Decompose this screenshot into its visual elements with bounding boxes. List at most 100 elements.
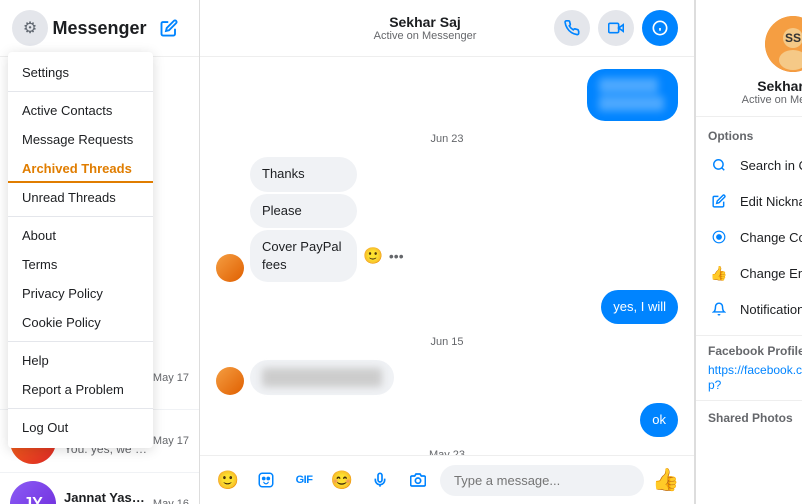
gif-button[interactable]: GIF bbox=[288, 464, 320, 496]
emoji-icon: 👍 bbox=[708, 262, 730, 284]
color-icon bbox=[708, 226, 730, 248]
divider bbox=[8, 341, 153, 342]
message-bubble: ok bbox=[640, 403, 678, 437]
message-bubble: Thanks bbox=[250, 157, 357, 191]
conv-time: May 17 bbox=[153, 372, 189, 384]
main-chat: Sekhar Saj Active on Messenger yes, I se… bbox=[200, 0, 695, 504]
compose-icon[interactable] bbox=[151, 10, 187, 46]
chat-header-info: Sekhar Saj Active on Messenger bbox=[374, 14, 477, 42]
menu-terms[interactable]: Terms bbox=[8, 250, 153, 279]
more-options[interactable]: ••• bbox=[389, 248, 404, 264]
camera-button[interactable] bbox=[402, 464, 434, 496]
menu-about[interactable]: About bbox=[8, 221, 153, 250]
search-icon bbox=[708, 154, 730, 176]
sticker-button[interactable] bbox=[250, 464, 282, 496]
facebook-profile-link[interactable]: https://facebook.com/profile.php? bbox=[708, 363, 802, 392]
message-stack: Thanks Please Cover PayPal fees 🙂 ••• bbox=[250, 157, 428, 282]
menu-unread-threads[interactable]: Unread Threads bbox=[8, 183, 153, 212]
menu-privacy-policy[interactable]: Privacy Policy bbox=[8, 279, 153, 308]
svg-text:SS: SS bbox=[785, 31, 801, 45]
message-group-row: blurred content here bbox=[216, 360, 678, 394]
conversation-item[interactable]: JY Jannat Yasser Okey May 16 bbox=[0, 473, 199, 504]
emoji-button[interactable]: 😊 bbox=[326, 464, 358, 496]
sidebar-header: ⚙ Messenger bbox=[0, 0, 199, 57]
right-panel: SS ⚙ Sekhar Saj Active on Messenger Opti… bbox=[695, 0, 802, 504]
divider bbox=[8, 91, 153, 92]
notification-icon bbox=[708, 298, 730, 320]
option-search[interactable]: Search in Conversation bbox=[696, 147, 802, 183]
message-bubble: yes, I see. blurred text bbox=[587, 69, 678, 121]
option-label: Edit Nicknames bbox=[740, 194, 802, 209]
option-emoji[interactable]: 👍 Change Emoji bbox=[696, 255, 802, 291]
profile-name: Sekhar Saj bbox=[757, 78, 802, 94]
sidebar: ⚙ Messenger Settings Active Contacts Mes… bbox=[0, 0, 200, 504]
divider bbox=[8, 216, 153, 217]
timestamp: Jun 23 bbox=[216, 133, 678, 145]
options-header: Options ••• bbox=[696, 125, 802, 147]
options-title: Options bbox=[708, 129, 753, 143]
menu-active-contacts[interactable]: Active Contacts bbox=[8, 96, 153, 125]
message-row: ok bbox=[216, 403, 678, 437]
divider bbox=[8, 408, 153, 409]
avatar bbox=[216, 367, 244, 395]
profile-status: Active on Messenger bbox=[742, 94, 802, 106]
message-bubble: blurred content here bbox=[250, 360, 394, 394]
conv-meta: May 17 bbox=[153, 435, 189, 447]
mic-button[interactable] bbox=[364, 464, 396, 496]
option-label: Notifications bbox=[740, 302, 802, 317]
avatar bbox=[216, 254, 244, 282]
conv-time: May 17 bbox=[153, 435, 189, 447]
option-color[interactable]: Change Color bbox=[696, 219, 802, 255]
dropdown-menu: Settings Active Contacts Message Request… bbox=[8, 52, 153, 448]
menu-log-out[interactable]: Log Out bbox=[8, 413, 153, 442]
sidebar-title: Messenger bbox=[48, 18, 151, 39]
menu-message-requests[interactable]: Message Requests bbox=[8, 125, 153, 154]
message-bubble: Please bbox=[250, 194, 357, 228]
conv-info: Jannat Yasser Okey bbox=[64, 490, 149, 504]
shared-photos-title: Shared Photos bbox=[708, 411, 793, 425]
call-button[interactable] bbox=[554, 10, 590, 46]
emoji-picker-button[interactable]: 🙂 bbox=[212, 464, 244, 496]
facebook-profile-section: Facebook Profile https://facebook.com/pr… bbox=[696, 336, 802, 401]
shared-photos-section: Shared Photos ••• bbox=[696, 401, 802, 435]
profile-avatar: SS bbox=[765, 16, 802, 72]
message-row: yes, I will bbox=[216, 290, 678, 324]
facebook-profile-title: Facebook Profile bbox=[708, 344, 802, 358]
menu-cookie-policy[interactable]: Cookie Policy bbox=[8, 308, 153, 337]
like-send-button[interactable]: 👍 bbox=[650, 464, 682, 496]
messages-area: yes, I see. blurred text Jun 23 Thanks P… bbox=[200, 57, 694, 455]
chat-contact-status: Active on Messenger bbox=[374, 30, 477, 42]
menu-settings[interactable]: Settings bbox=[8, 58, 153, 87]
conv-name: Jannat Yasser bbox=[64, 490, 149, 504]
info-button[interactable] bbox=[642, 10, 678, 46]
chat-input-area: 🙂 GIF 😊 👍 bbox=[200, 455, 694, 504]
menu-help[interactable]: Help bbox=[8, 346, 153, 375]
message-with-actions: Cover PayPal fees 🙂 ••• bbox=[250, 230, 428, 282]
video-button[interactable] bbox=[598, 10, 634, 46]
chat-header: Sekhar Saj Active on Messenger bbox=[200, 0, 694, 57]
menu-report-problem[interactable]: Report a Problem bbox=[8, 375, 153, 404]
option-nicknames[interactable]: Edit Nicknames bbox=[696, 183, 802, 219]
conv-time: May 16 bbox=[153, 498, 189, 504]
edit-icon bbox=[708, 190, 730, 212]
profile-header-row: SS ⚙ bbox=[708, 16, 802, 78]
message-bubble: yes, I will bbox=[601, 290, 678, 324]
options-section: Options ••• Search in Conversation Edit … bbox=[696, 117, 802, 336]
message-row: yes, I see. blurred text bbox=[216, 69, 678, 121]
option-label: Change Color bbox=[740, 230, 802, 245]
option-label: Search in Conversation bbox=[740, 158, 802, 173]
chat-contact-name: Sekhar Saj bbox=[374, 14, 477, 30]
option-notifications[interactable]: Notifications bbox=[696, 291, 802, 327]
chat-header-actions bbox=[554, 10, 678, 46]
emoji-reaction[interactable]: 🙂 bbox=[363, 246, 383, 266]
gear-icon[interactable]: ⚙ bbox=[12, 10, 48, 46]
conv-meta: May 17 bbox=[153, 372, 189, 384]
message-bubble: Cover PayPal fees bbox=[250, 230, 357, 282]
option-label: Change Emoji bbox=[740, 266, 802, 281]
shared-photos-header: Shared Photos ••• bbox=[708, 409, 802, 427]
message-input[interactable] bbox=[440, 465, 644, 496]
conv-meta: May 16 bbox=[153, 498, 189, 504]
avatar: JY bbox=[10, 481, 56, 504]
menu-archived-threads[interactable]: Archived Threads bbox=[8, 154, 153, 183]
profile-section: SS ⚙ Sekhar Saj Active on Messenger bbox=[696, 0, 802, 117]
